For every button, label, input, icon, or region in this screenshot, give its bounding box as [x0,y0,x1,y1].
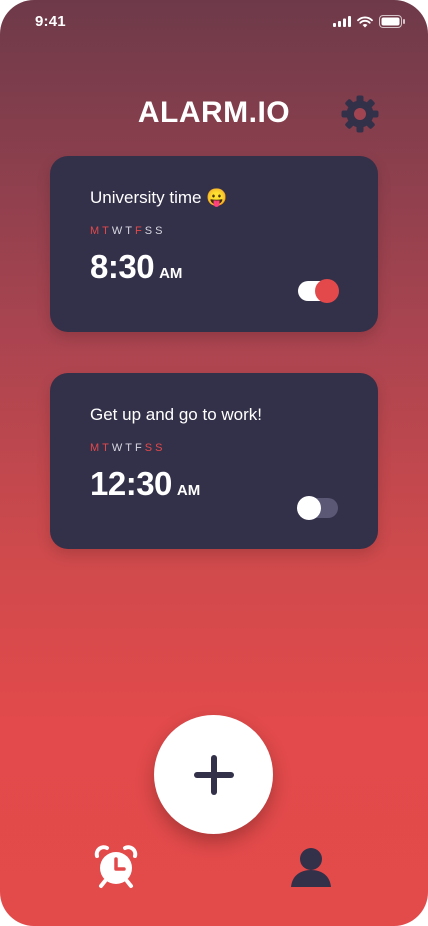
alarm-clock-icon[interactable] [94,845,138,889]
day-wednesday[interactable]: W [112,225,125,237]
day-friday[interactable]: F [135,225,145,237]
plus-icon [193,754,234,795]
status-time: 9:41 [35,13,66,30]
toggle-knob [315,279,339,303]
day-monday[interactable]: M [90,442,102,454]
day-tuesday[interactable]: T [102,442,112,454]
day-friday[interactable]: F [135,442,145,454]
day-saturday[interactable]: S [145,442,155,454]
day-sunday[interactable]: S [155,225,165,237]
day-wednesday[interactable]: W [112,442,125,454]
add-alarm-button[interactable] [154,715,273,834]
status-icons [333,15,406,28]
toggle-knob [297,496,321,520]
user-icon[interactable] [289,845,333,889]
alarm-time-period: AM [159,265,183,282]
gear-icon[interactable] [339,93,381,135]
battery-icon [379,15,405,28]
day-saturday[interactable]: S [145,225,155,237]
signal-icon [333,16,351,27]
day-monday[interactable]: M [90,225,102,237]
alarm-name: Get up and go to work! [90,405,262,424]
wifi-icon [357,16,373,27]
alarm-card[interactable]: University time 😛 MTWTFSS 8:30 AM [50,156,378,332]
app-screen: 9:41 ALARM.IO University time 😛 MTWTFSS … [0,0,428,926]
alarm-time-value: 12:30 [90,465,172,502]
alarm-time: 8:30 AM [90,248,182,286]
alarm-time-period: AM [176,482,201,499]
status-bar: 9:41 [0,0,428,44]
alarm-toggle[interactable] [298,279,339,303]
alarm-name: University time 😛 [90,188,228,207]
alarm-toggle[interactable] [297,496,338,520]
day-tuesday[interactable]: T [102,225,112,237]
alarm-card[interactable]: Get up and go to work! MTWTFSS 12:30 AM [50,373,378,549]
day-sunday[interactable]: S [155,442,165,454]
alarm-time-value: 8:30 [90,248,155,285]
day-thursday[interactable]: T [125,442,135,454]
day-thursday[interactable]: T [125,225,135,237]
alarm-time: 12:30 AM [90,465,200,503]
alarm-days: MTWTFSS [90,442,165,454]
alarm-days: MTWTFSS [90,225,165,237]
